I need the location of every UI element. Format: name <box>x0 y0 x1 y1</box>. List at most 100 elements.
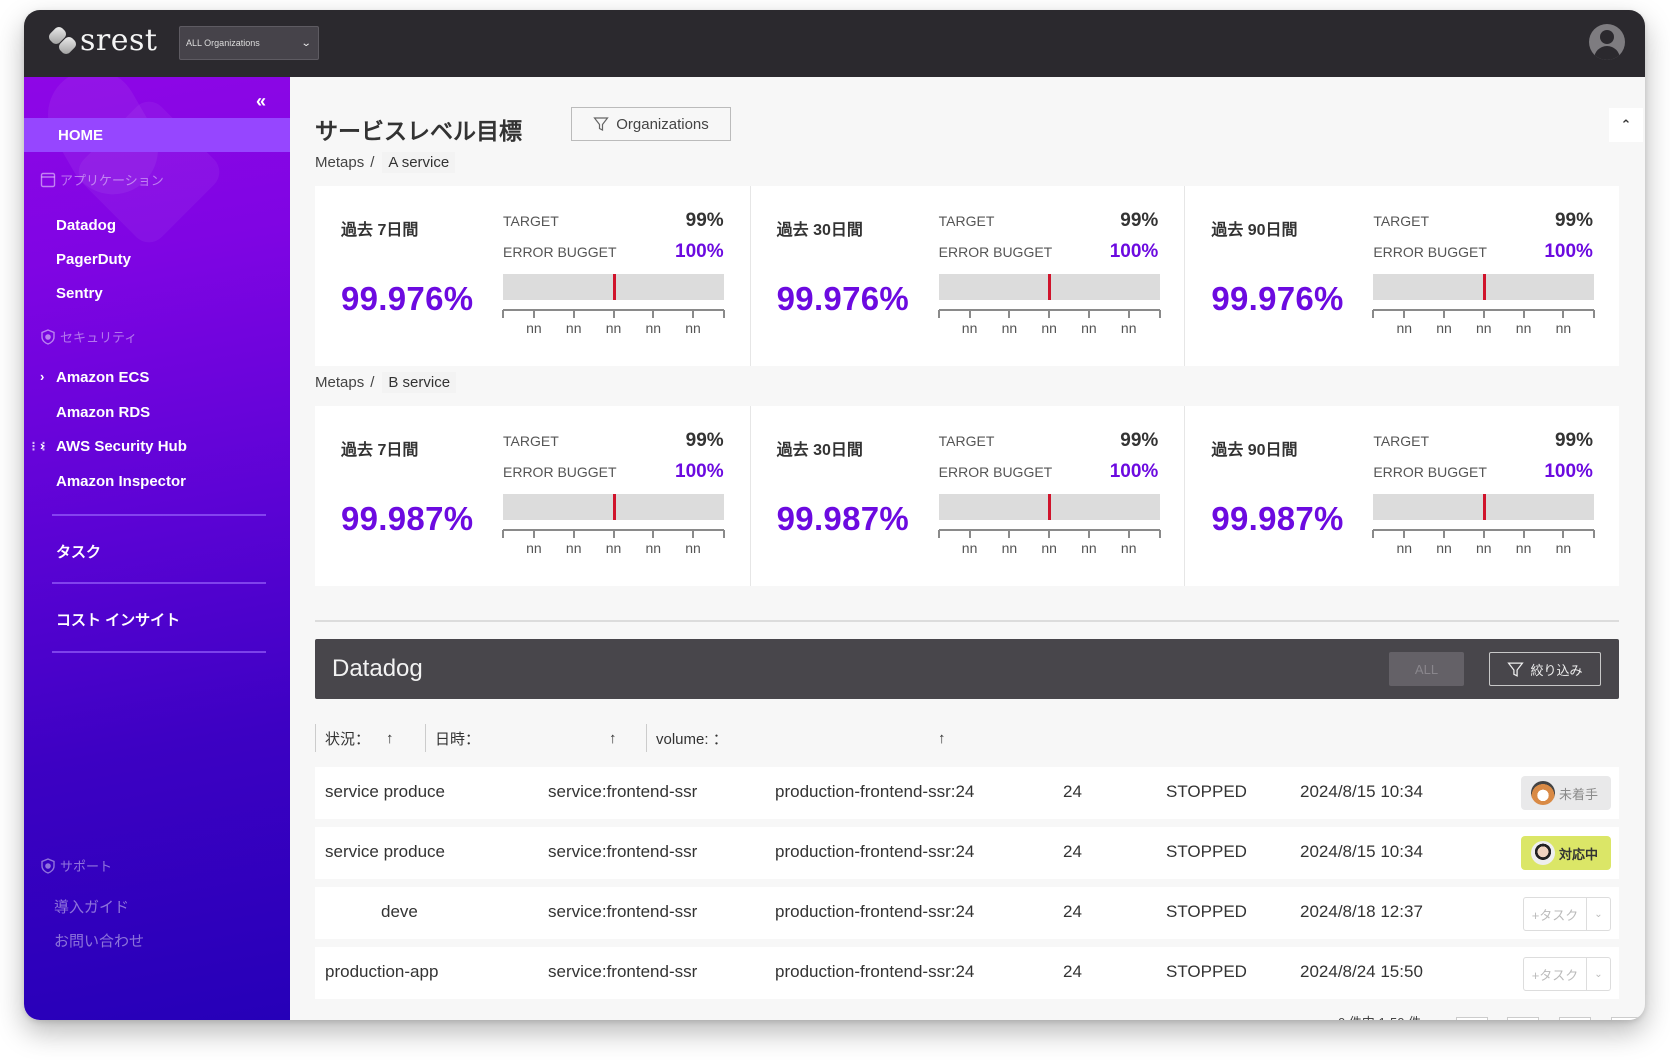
slo-period-label: 過去 30日間 <box>776 442 863 459</box>
cell-count: 24 <box>1063 842 1082 861</box>
error-budget-label: ERROR BUGGET <box>938 464 1053 480</box>
sidebar-item-pagerduty[interactable]: PagerDuty <box>56 251 131 268</box>
sort-status[interactable]: 状況： ↑ <box>315 724 425 752</box>
axis-tick <box>937 310 940 318</box>
axis-tick <box>692 530 695 538</box>
error-budget-marker <box>612 274 616 300</box>
axis-tick-label: nn <box>565 540 582 556</box>
target-label: TARGET <box>938 213 995 229</box>
axis-tick-label: nn <box>961 540 978 556</box>
error-budget-marker <box>1048 494 1052 520</box>
target-label: TARGET <box>503 213 559 229</box>
collapse-section-button[interactable]: ⌃ <box>1609 108 1643 142</box>
chevron-right-icon: › <box>40 438 45 453</box>
sidebar-group-support: サポート <box>40 856 112 875</box>
slo-card: 過去 7日間 99.987% TARGET 99% ERROR BUGGET 100% nn… <box>315 406 1619 586</box>
slo-period-label: 過去 7日間 <box>341 442 419 459</box>
all-button[interactable]: ALL <box>1389 652 1464 686</box>
table-row[interactable]: production-app service:frontend-ssr produc… <box>315 947 1619 999</box>
arrow-up-icon: ↑ <box>386 729 394 747</box>
axis-tick <box>1008 310 1011 318</box>
sort-volume[interactable]: volume: ： ↑ <box>646 724 946 752</box>
sidebar-item-amazon-inspector[interactable]: Amazon Inspector <box>56 473 186 490</box>
sort-datetime-label: 日時： <box>435 730 481 748</box>
breadcrumb-parent[interactable]: Metaps <box>315 154 364 171</box>
error-budget-bar <box>938 274 1160 300</box>
breadcrumb: Metaps / B service <box>315 372 457 393</box>
error-budget-axis <box>937 309 1161 319</box>
axis-tick <box>723 530 725 538</box>
error-budget-axis <box>502 309 725 319</box>
sidebar-item-task[interactable]: タスク <box>56 541 101 562</box>
target-label: TARGET <box>1373 213 1430 229</box>
last-page-button[interactable]: » <box>1611 1017 1643 1020</box>
axis-tick <box>532 310 535 318</box>
cell-status: STOPPED <box>1166 842 1247 861</box>
sidebar-item-cost-insight[interactable]: コスト インサイト <box>56 609 180 630</box>
cell-name: service produce <box>325 782 446 801</box>
user-avatar-icon[interactable] <box>1589 24 1625 60</box>
organizations-filter-button[interactable]: Organizations <box>571 107 731 141</box>
organization-select[interactable]: ALL Organizations ⌄ <box>179 26 319 60</box>
assignee-avatar <box>1531 841 1555 865</box>
sidebar-collapse-button[interactable]: « <box>256 91 266 112</box>
sidebar-item-amazon-ecs[interactable]: › Amazon ECS <box>40 369 149 386</box>
chevron-down-icon[interactable]: ⌄ <box>1586 898 1610 930</box>
drag-handle-icon[interactable]: ⋮⋮ <box>28 440 49 453</box>
cell-version: production-frontend-ssr:24 <box>775 902 975 921</box>
narrow-down-filter-button[interactable]: 絞り込み <box>1489 652 1601 686</box>
breadcrumb-separator: / <box>370 374 375 391</box>
axis-tick <box>1087 530 1090 538</box>
first-page-button[interactable]: « <box>1456 1017 1488 1020</box>
chevron-down-icon[interactable]: ⌄ <box>1586 958 1610 990</box>
axis-tick-label: nn <box>1081 540 1097 556</box>
cell-service: service:frontend-ssr <box>548 962 698 981</box>
logo[interactable]: srest <box>46 24 157 57</box>
add-task-button[interactable]: +タスク ⌄ <box>1523 957 1611 991</box>
axis-tick <box>572 530 575 538</box>
axis-tick-label: nn <box>605 320 622 336</box>
add-task-button[interactable]: +タスク ⌄ <box>1523 897 1611 931</box>
cell-count: 24 <box>1063 902 1082 921</box>
table-row[interactable]: deve service:frontend-ssr production-front… <box>315 887 1619 939</box>
sort-datetime[interactable]: 日時： ↑ <box>425 724 646 752</box>
axis-tick <box>1372 530 1375 538</box>
cell-name: service produce <box>325 842 446 861</box>
axis-tick <box>572 310 575 318</box>
axis-tick <box>968 310 971 318</box>
task-status-badge[interactable]: 対応中 <box>1521 836 1611 870</box>
axis-tick <box>1443 530 1446 538</box>
cell-status: STOPPED <box>1166 782 1247 801</box>
sidebar-group-applications: アプリケーション <box>40 170 164 189</box>
breadcrumb-parent[interactable]: Metaps <box>315 374 364 391</box>
target-value: 99% <box>685 430 724 451</box>
axis-tick-label: nn <box>1515 320 1532 336</box>
sidebar-item-home[interactable]: HOME <box>24 118 290 152</box>
sidebar-item-amazon-rds[interactable]: Amazon RDS <box>56 404 150 421</box>
task-status-badge[interactable]: 未着手 <box>1521 776 1611 810</box>
prev-page-button[interactable]: ‹ <box>1507 1017 1539 1020</box>
breadcrumb-current: A service <box>382 152 456 173</box>
error-budget-label: ERROR BUGGET <box>938 244 1053 260</box>
filter-icon <box>1507 661 1525 677</box>
page-title: サービスレベル目標 <box>315 118 522 144</box>
slo-period-column: 過去 90日間 99.976% TARGET 99% ERROR BUGGET 100% n… <box>1184 186 1619 366</box>
chevron-up-icon: ⌃ <box>1620 117 1632 132</box>
chevron-right-icon: › <box>40 369 45 384</box>
next-page-button[interactable]: › <box>1559 1017 1591 1020</box>
axis-tick-label: nn <box>1515 540 1532 556</box>
slo-achievement-value: 99.976% <box>776 280 910 317</box>
axis-tick <box>1048 310 1051 318</box>
sidebar-item-setup-guide[interactable]: 導入ガイド <box>54 896 129 917</box>
sidebar-item-contact[interactable]: お問い合わせ <box>54 930 144 951</box>
slo-period-column: 過去 30日間 99.987% TARGET 99% ERROR BUGGET 100% n… <box>749 406 1185 586</box>
table-row[interactable]: service produce service:frontend-ssr produ… <box>315 767 1619 819</box>
cell-datetime: 2024/8/24 15:50 <box>1300 962 1423 981</box>
sidebar-item-aws-security-hub[interactable]: ⋮⋮ › AWS Security Hub <box>28 438 187 455</box>
axis-tick <box>1562 310 1565 318</box>
table-row[interactable]: service produce service:frontend-ssr produ… <box>315 827 1619 879</box>
axis-tick <box>1522 310 1525 318</box>
axis-tick <box>652 530 655 538</box>
sidebar-item-sentry[interactable]: Sentry <box>56 285 103 302</box>
sidebar-item-datadog[interactable]: Datadog <box>56 217 116 234</box>
